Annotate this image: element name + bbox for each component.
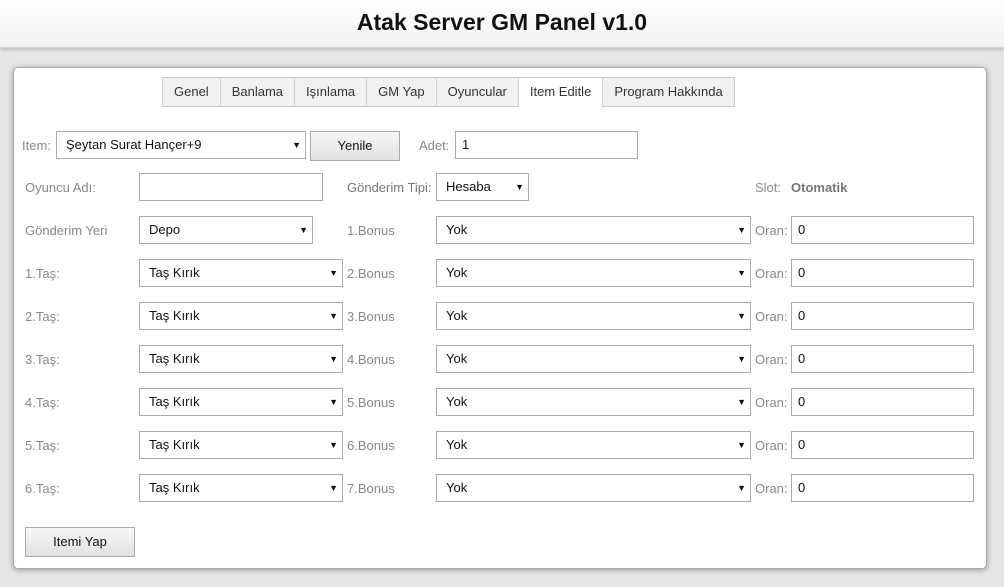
- send-type-select[interactable]: Hesaba ▼: [436, 173, 529, 201]
- chevron-down-icon: ▼: [329, 354, 338, 364]
- bonus-value: Yok: [446, 437, 468, 452]
- header-bar: Atak Server GM Panel v1.0: [0, 0, 1004, 48]
- stone-value: Taş Kırık: [149, 480, 200, 495]
- tab-bar: Genel Banlama Işınlama GM Yap Oyuncular …: [162, 77, 735, 108]
- stone-label: 4.Taş:: [25, 395, 60, 410]
- adet-input[interactable]: 1: [455, 131, 638, 159]
- bonus-select[interactable]: Yok ▼: [436, 431, 751, 459]
- stone-label: 6.Taş:: [25, 481, 60, 496]
- destination-label: Gönderim Yeri: [25, 223, 108, 238]
- send-type-value: Hesaba: [446, 179, 491, 194]
- tab-isinlama[interactable]: Işınlama: [295, 78, 368, 106]
- player-name-label: Oyuncu Adı:: [25, 180, 96, 195]
- bonus-label: 3.Bonus: [347, 309, 395, 324]
- bonus-value: Yok: [446, 265, 468, 280]
- oran-input[interactable]: 0: [791, 216, 974, 244]
- chevron-down-icon: ▼: [329, 311, 338, 321]
- chevron-down-icon: ▼: [737, 354, 746, 364]
- chevron-down-icon: ▼: [329, 268, 338, 278]
- item-select[interactable]: Şeytan Surat Hançer+9 ▼: [56, 131, 306, 159]
- oran-label: Oran:: [755, 481, 788, 496]
- chevron-down-icon: ▼: [515, 182, 524, 192]
- stone-select[interactable]: Taş Kırık ▼: [139, 345, 343, 373]
- stone-select[interactable]: Taş Kırık ▼: [139, 302, 343, 330]
- main-panel: Genel Banlama Işınlama GM Yap Oyuncular …: [13, 67, 987, 569]
- slot-label: Slot:: [755, 180, 782, 195]
- oran-input[interactable]: 0: [791, 259, 974, 287]
- bonus-select[interactable]: Yok ▼: [436, 345, 751, 373]
- bonus-value: Yok: [446, 394, 468, 409]
- item-select-value: Şeytan Surat Hançer+9: [66, 137, 202, 152]
- oran-input[interactable]: 0: [791, 345, 974, 373]
- stone-value: Taş Kırık: [149, 394, 200, 409]
- chevron-down-icon: ▼: [737, 311, 746, 321]
- send-type-label: Gönderim Tipi:: [347, 180, 432, 195]
- item-label: Item:: [22, 138, 51, 153]
- stone-label: 5.Taş:: [25, 438, 60, 453]
- bonus-select[interactable]: Yok ▼: [436, 216, 751, 244]
- oran-label: Oran:: [755, 352, 788, 367]
- bonus-select[interactable]: Yok ▼: [436, 388, 751, 416]
- destination-select[interactable]: Depo ▼: [139, 216, 313, 244]
- refresh-button[interactable]: Yenile: [310, 131, 400, 161]
- tab-genel[interactable]: Genel: [163, 78, 221, 106]
- oran-label: Oran:: [755, 309, 788, 324]
- oran-label: Oran:: [755, 395, 788, 410]
- stone-label: 1.Taş:: [25, 266, 60, 281]
- bonus-label: 6.Bonus: [347, 438, 395, 453]
- tab-oyuncular[interactable]: Oyuncular: [436, 78, 519, 106]
- stone-select[interactable]: Taş Kırık ▼: [139, 474, 343, 502]
- chevron-down-icon: ▼: [329, 483, 338, 493]
- oran-label: Oran:: [755, 223, 788, 238]
- make-item-button[interactable]: Itemi Yap: [25, 527, 135, 557]
- stone-label: 2.Taş:: [25, 309, 60, 324]
- chevron-down-icon: ▼: [329, 397, 338, 407]
- bonus-value: Yok: [446, 480, 468, 495]
- chevron-down-icon: ▼: [737, 440, 746, 450]
- stone-select[interactable]: Taş Kırık ▼: [139, 259, 343, 287]
- tab-banlama[interactable]: Banlama: [220, 78, 296, 106]
- bonus-value: Yok: [446, 222, 468, 237]
- stone-value: Taş Kırık: [149, 308, 200, 323]
- player-name-input[interactable]: [139, 173, 323, 201]
- bonus-select[interactable]: Yok ▼: [436, 259, 751, 287]
- page-title: Atak Server GM Panel v1.0: [356, 9, 648, 35]
- bonus-label: 4.Bonus: [347, 352, 395, 367]
- chevron-down-icon: ▼: [292, 140, 301, 150]
- tab-item-editle[interactable]: Item Editle: [518, 78, 604, 108]
- oran-input[interactable]: 0: [791, 388, 974, 416]
- stone-select[interactable]: Taş Kırık ▼: [139, 431, 343, 459]
- chevron-down-icon: ▼: [737, 397, 746, 407]
- oran-input[interactable]: 0: [791, 302, 974, 330]
- bonus-label: 1.Bonus: [347, 223, 395, 238]
- oran-label: Oran:: [755, 438, 788, 453]
- bonus-select[interactable]: Yok ▼: [436, 474, 751, 502]
- bonus-label: 2.Bonus: [347, 266, 395, 281]
- destination-value: Depo: [149, 222, 181, 237]
- bonus-value: Yok: [446, 351, 468, 366]
- stone-label: 3.Taş:: [25, 352, 60, 367]
- chevron-down-icon: ▼: [737, 483, 746, 493]
- adet-label: Adet:: [419, 138, 450, 153]
- bonus-label: 5.Bonus: [347, 395, 395, 410]
- oran-input[interactable]: 0: [791, 474, 974, 502]
- stone-value: Taş Kırık: [149, 265, 200, 280]
- oran-input[interactable]: 0: [791, 431, 974, 459]
- stone-value: Taş Kırık: [149, 437, 200, 452]
- slot-value: Otomatik: [791, 180, 848, 195]
- stone-select[interactable]: Taş Kırık ▼: [139, 388, 343, 416]
- bonus-select[interactable]: Yok ▼: [436, 302, 751, 330]
- chevron-down-icon: ▼: [299, 225, 308, 235]
- chevron-down-icon: ▼: [737, 225, 746, 235]
- oran-label: Oran:: [755, 266, 788, 281]
- tab-gm-yap[interactable]: GM Yap: [367, 78, 437, 106]
- bonus-label: 7.Bonus: [347, 481, 395, 496]
- chevron-down-icon: ▼: [329, 440, 338, 450]
- chevron-down-icon: ▼: [737, 268, 746, 278]
- bonus-value: Yok: [446, 308, 468, 323]
- tab-program-hakkinda[interactable]: Program Hakkında: [603, 78, 734, 106]
- stone-value: Taş Kırık: [149, 351, 200, 366]
